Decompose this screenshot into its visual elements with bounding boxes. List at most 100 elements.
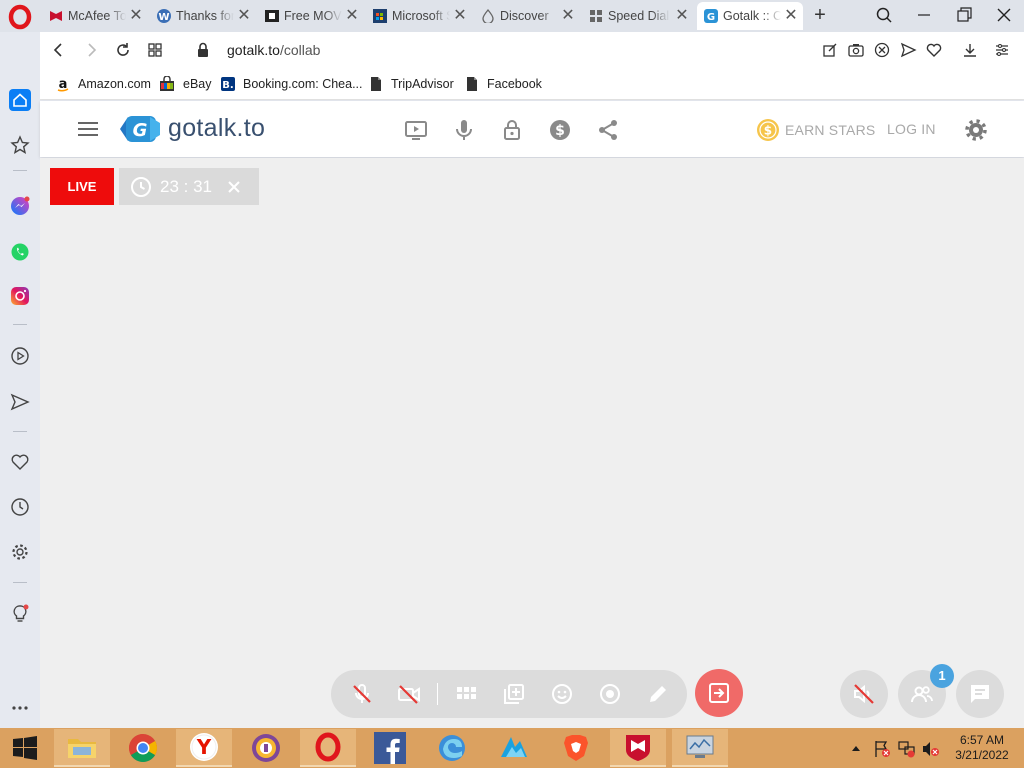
heart-icon[interactable] xyxy=(925,41,943,59)
close-icon[interactable]: ✕ xyxy=(128,8,144,24)
divider xyxy=(13,582,27,583)
back-icon[interactable] xyxy=(50,41,68,59)
lock-room-icon[interactable] xyxy=(500,118,524,142)
camera-off-icon[interactable] xyxy=(397,682,421,706)
taskbar-chrome[interactable] xyxy=(115,729,171,767)
bookmark-booking[interactable]: B. Booking.com: Chea... xyxy=(221,75,363,93)
taskbar-opera[interactable] xyxy=(300,729,356,767)
bookmark-facebook[interactable]: Facebook xyxy=(465,75,542,93)
history-icon[interactable] xyxy=(8,495,32,519)
home-icon[interactable] xyxy=(8,88,32,112)
share-edit-icon[interactable] xyxy=(821,41,839,59)
pencil-icon[interactable] xyxy=(646,682,670,706)
tab-gotalk[interactable]: G Gotalk :: Collab ✕ xyxy=(697,2,803,30)
taskbar-file-explorer[interactable] xyxy=(54,729,110,767)
instagram-icon[interactable] xyxy=(8,284,32,308)
speed-dial-icon[interactable] xyxy=(146,41,164,59)
login-button[interactable]: LOG IN xyxy=(887,121,936,137)
page-icon xyxy=(467,77,477,91)
bookmark-label: TripAdvisor xyxy=(391,77,454,91)
more-icon[interactable] xyxy=(8,696,32,720)
bookmark-amazon[interactable]: a Amazon.com xyxy=(56,75,151,93)
mic-off-icon[interactable] xyxy=(350,682,374,706)
audio-off-button[interactable] xyxy=(840,670,888,718)
share-icon[interactable] xyxy=(596,118,620,142)
settings-gear-icon[interactable] xyxy=(964,118,988,142)
send-icon[interactable] xyxy=(899,41,917,59)
leave-room-button[interactable] xyxy=(695,669,743,717)
start-button[interactable] xyxy=(0,729,50,767)
close-icon[interactable]: ✕ xyxy=(674,8,690,24)
star-icon[interactable] xyxy=(8,133,32,157)
opera-logo-icon[interactable] xyxy=(6,4,34,30)
mcafee-icon xyxy=(48,8,64,24)
lock-icon[interactable] xyxy=(194,41,212,59)
player-icon[interactable] xyxy=(8,344,32,368)
chevron-up-icon[interactable] xyxy=(851,744,861,752)
record-icon[interactable] xyxy=(598,682,622,706)
close-icon[interactable]: ✕ xyxy=(783,8,799,24)
taskbar-facebook[interactable] xyxy=(362,729,418,767)
flag-alert-icon[interactable] xyxy=(873,740,891,758)
gotalk-logo-icon[interactable]: G xyxy=(116,113,162,145)
booking-icon: B. xyxy=(221,77,235,91)
url-field[interactable]: gotalk.to/collab xyxy=(227,42,320,58)
emoji-icon[interactable] xyxy=(550,682,574,706)
tab-microsoft[interactable]: Microsoft Store ✕ xyxy=(366,2,472,30)
ad-block-icon[interactable] xyxy=(873,41,891,59)
taskbar-yandex[interactable]: Y xyxy=(176,729,232,767)
new-tab-button[interactable]: + xyxy=(810,4,830,26)
tab-mcafee[interactable]: McAfee Total Protection ✕ xyxy=(42,2,148,30)
system-clock[interactable]: 6:57 AM 3/21/2022 xyxy=(946,733,1018,763)
tab-thanks[interactable]: W Thanks for downloading ✕ xyxy=(150,2,256,30)
bookmark-tripadvisor[interactable]: TripAdvisor xyxy=(369,75,454,93)
bookmark-ebay[interactable]: eBay xyxy=(159,75,212,93)
close-icon[interactable]: ✕ xyxy=(452,8,468,24)
grid-layout-icon[interactable] xyxy=(454,682,478,706)
download-icon[interactable] xyxy=(961,41,979,59)
taskbar-app-blue[interactable] xyxy=(486,729,542,767)
screen-share-icon[interactable] xyxy=(404,118,428,142)
network-icon[interactable] xyxy=(898,740,916,758)
tab-speed-dial[interactable]: Speed Dial ✕ xyxy=(582,2,694,30)
restore-icon[interactable] xyxy=(952,4,976,26)
camera-icon[interactable] xyxy=(847,41,865,59)
taskbar-app-monitor[interactable] xyxy=(672,729,728,767)
messenger-icon[interactable] xyxy=(8,194,32,218)
search-tabs-icon[interactable] xyxy=(872,4,896,26)
easy-setup-icon[interactable] xyxy=(993,41,1011,59)
gotalk-icon: G xyxy=(703,8,719,24)
microphone-icon[interactable] xyxy=(452,118,476,142)
tab-free-movies[interactable]: Free MOVIES ✕ xyxy=(258,2,364,30)
volume-muted-icon[interactable] xyxy=(922,740,940,758)
lightbulb-icon[interactable] xyxy=(8,602,32,626)
taskbar-tor[interactable] xyxy=(238,729,294,767)
forward-icon[interactable] xyxy=(82,41,100,59)
chat-button[interactable] xyxy=(956,670,1004,718)
tab-title: Free MOVIES xyxy=(284,9,342,23)
close-icon[interactable]: ✕ xyxy=(236,8,252,24)
clock-time: 6:57 AM xyxy=(959,733,1005,747)
site-logo-text[interactable]: gotalk.to xyxy=(168,114,265,143)
close-timer-icon[interactable] xyxy=(226,179,242,195)
taskbar-edge[interactable] xyxy=(424,729,480,767)
add-content-icon[interactable] xyxy=(502,682,526,706)
tab-discover[interactable]: Discover ✕ xyxy=(474,2,580,30)
edge-icon xyxy=(439,735,465,761)
flow-send-icon[interactable] xyxy=(8,390,32,414)
taskbar-mcafee[interactable] xyxy=(610,729,666,767)
dollar-icon[interactable]: $ xyxy=(548,118,572,142)
heart-icon[interactable] xyxy=(8,450,32,474)
earn-stars-label: EARN STARS xyxy=(785,122,876,138)
whatsapp-icon[interactable] xyxy=(8,240,32,264)
close-window-icon[interactable] xyxy=(992,4,1016,26)
taskbar-brave[interactable] xyxy=(548,729,604,767)
close-icon[interactable]: ✕ xyxy=(560,8,576,24)
reload-icon[interactable] xyxy=(114,41,132,59)
settings-icon[interactable] xyxy=(8,540,32,564)
hamburger-menu-icon[interactable] xyxy=(78,122,98,136)
minimize-icon[interactable] xyxy=(912,4,936,26)
close-icon[interactable]: ✕ xyxy=(344,8,360,24)
earn-stars-button[interactable]: $ EARN STARS xyxy=(756,118,875,142)
bookmark-label: Booking.com: Chea... xyxy=(243,77,363,91)
